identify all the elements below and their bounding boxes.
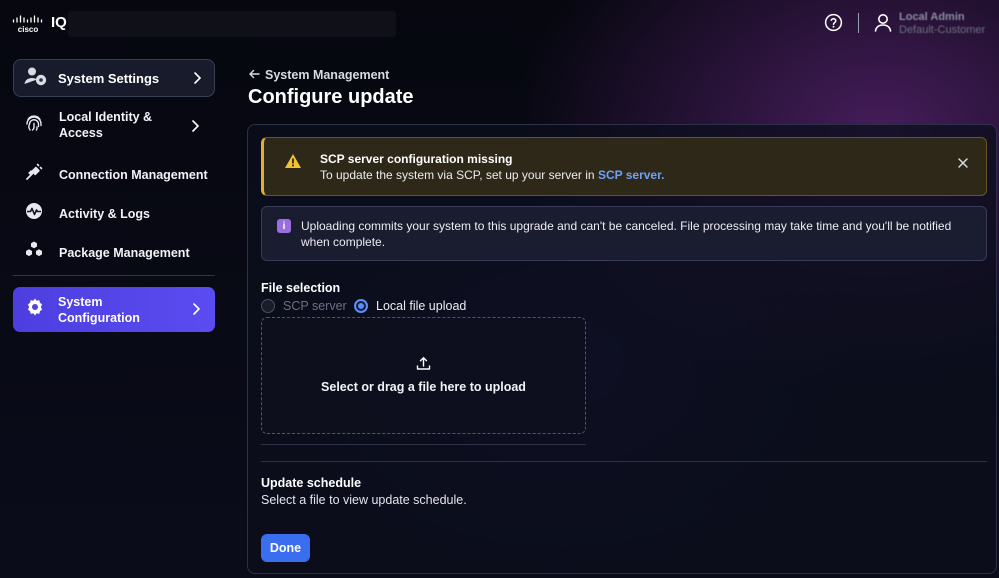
user-icon[interactable]	[874, 13, 892, 32]
sidebar-item-label: Local Identity & Access	[59, 110, 153, 140]
chevron-right-icon	[191, 302, 201, 321]
dropzone-divider	[261, 444, 586, 445]
upload-icon	[416, 356, 431, 376]
warning-banner: SCP server configuration missing To upda…	[261, 137, 987, 196]
arrow-left-icon	[248, 68, 260, 82]
close-icon[interactable]	[957, 156, 969, 174]
system-settings-label: System Settings	[58, 70, 160, 86]
top-bar: cisco IQ Local Admin Default-Customer	[0, 0, 999, 46]
warning-icon	[284, 153, 302, 174]
chevron-right-icon	[192, 71, 202, 90]
sidebar: System Settings Local Identity & Access C…	[0, 46, 228, 578]
radio-circle	[261, 299, 275, 313]
sidebar-item-system-configuration[interactable]: System Configuration	[13, 287, 215, 332]
update-schedule-text: Select a file to view update schedule.	[261, 493, 467, 507]
chevron-right-icon	[190, 119, 200, 138]
plug-icon	[24, 162, 44, 187]
breadcrumb[interactable]: System Management	[248, 68, 389, 82]
user-name[interactable]: Local Admin	[899, 11, 965, 23]
sidebar-item-label: Package Management	[59, 245, 190, 260]
radio-scp-server[interactable]: SCP server	[261, 299, 347, 313]
radio-label: Local file upload	[376, 299, 467, 313]
topbar-divider	[858, 13, 859, 33]
update-card: SCP server configuration missing To upda…	[247, 124, 997, 574]
svg-text:cisco: cisco	[18, 25, 39, 34]
sidebar-item-label: Activity & Logs	[59, 206, 150, 221]
sidebar-item-activity-logs[interactable]: Activity & Logs	[24, 201, 214, 226]
warning-title: SCP server configuration missing	[320, 152, 513, 166]
scp-server-link[interactable]: SCP server.	[598, 168, 665, 182]
activity-icon	[24, 201, 44, 226]
file-dropzone[interactable]: Select or drag a file here to upload	[261, 317, 586, 434]
info-banner: i Uploading commits your system to this …	[261, 206, 987, 261]
cisco-logo[interactable]: cisco	[12, 14, 44, 34]
warning-body: To update the system via SCP, set up you…	[320, 168, 665, 182]
sidebar-divider	[13, 275, 215, 276]
file-selection-label: File selection	[261, 281, 341, 295]
app-name: IQ	[51, 14, 67, 31]
gear-icon	[25, 297, 45, 322]
page-title: Configure update	[248, 86, 414, 108]
update-schedule-label: Update schedule	[261, 476, 362, 490]
dropzone-text: Select or drag a file here to upload	[321, 380, 526, 394]
sidebar-item-label: Connection Management	[59, 167, 208, 182]
help-icon[interactable]	[824, 13, 843, 32]
done-button[interactable]: Done	[261, 534, 310, 562]
user-org: Default-Customer	[899, 24, 986, 36]
user-settings-icon	[24, 66, 48, 91]
fingerprint-icon	[24, 113, 44, 138]
system-settings-button[interactable]: System Settings	[13, 59, 215, 97]
radio-circle	[354, 299, 368, 313]
radio-label: SCP server	[283, 299, 347, 313]
sidebar-item-label: System Configuration	[58, 294, 140, 325]
radio-local-file-upload[interactable]: Local file upload	[354, 299, 466, 313]
info-icon: i	[277, 219, 291, 233]
packages-icon	[24, 240, 44, 265]
sidebar-item-connection-management[interactable]: Connection Management	[24, 162, 214, 187]
redacted-banner	[68, 11, 396, 37]
info-text: Uploading commits your system to this up…	[301, 219, 952, 249]
sidebar-item-local-identity[interactable]: Local Identity & Access	[24, 109, 214, 141]
sidebar-item-package-management[interactable]: Package Management	[24, 240, 214, 265]
breadcrumb-label: System Management	[265, 68, 390, 82]
section-divider	[261, 461, 987, 462]
